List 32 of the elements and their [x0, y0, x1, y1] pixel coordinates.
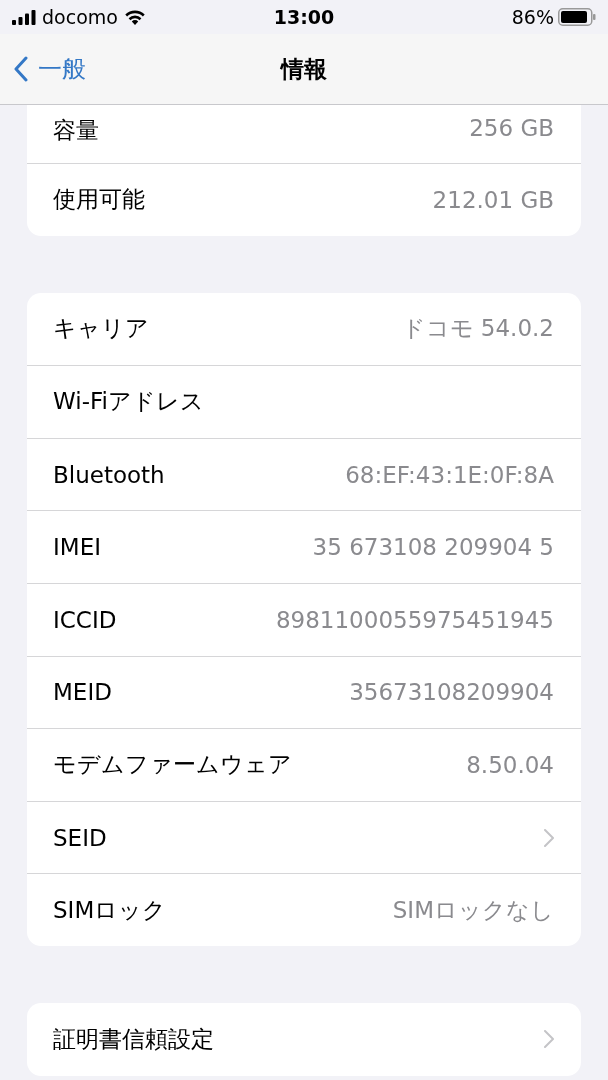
- signal-icon: [12, 9, 36, 25]
- chevron-icon: [544, 828, 554, 847]
- wifi-icon: [123, 9, 146, 25]
- row-label: 容量: [53, 116, 100, 145]
- chevron-icon: [544, 1030, 554, 1049]
- battery-percent: 86%: [511, 6, 554, 28]
- page-title: 情報: [281, 54, 327, 84]
- row-label: 証明書信頼設定: [53, 1024, 215, 1054]
- row-value: 35 673108 209904 5: [312, 534, 554, 561]
- row-value: SIMロックなし: [392, 895, 554, 925]
- row-value: 8981100055975451945: [275, 606, 554, 633]
- row-label: Bluetooth: [53, 461, 166, 488]
- row-value: 256 GB: [469, 115, 554, 141]
- row-label: モデムファームウェア: [53, 750, 293, 780]
- row-label: Wi-Fiアドレス: [53, 387, 205, 417]
- back-button[interactable]: 一般: [14, 53, 86, 85]
- row-label: SEID: [53, 824, 108, 851]
- row-value: 35673108209904: [349, 679, 554, 706]
- row-label: SIMロック: [53, 895, 168, 925]
- battery-icon: [558, 8, 596, 26]
- row-value: 8.50.04: [466, 751, 554, 778]
- row-label: ICCID: [53, 606, 118, 633]
- row-value: 212.01 GB: [432, 186, 554, 213]
- row-label: IMEI: [53, 534, 102, 561]
- clock-time: 13:00: [273, 6, 335, 28]
- row-label: MEID: [53, 679, 113, 706]
- row-label: 使用可能: [53, 185, 146, 215]
- row-label: キャリア: [53, 314, 150, 344]
- carrier-name: docomo: [42, 6, 118, 28]
- back-chevron-icon: [14, 56, 28, 82]
- row-value: ドコモ 54.0.2: [401, 314, 554, 344]
- row-value: 68:EF:43:1E:0F:8A: [345, 461, 554, 488]
